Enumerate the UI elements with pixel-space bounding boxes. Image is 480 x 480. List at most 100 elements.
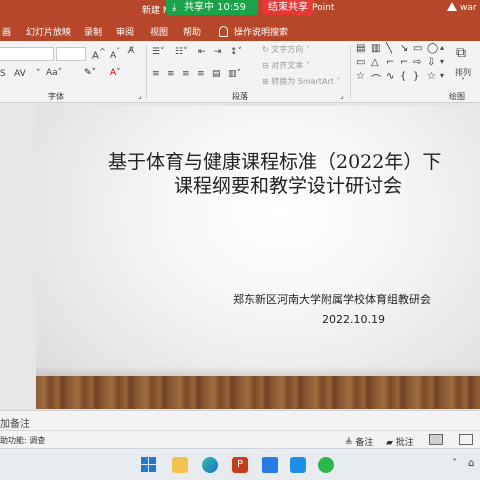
slide-organizer[interactable]: 郑东新区河南大学附属学校体育组教研会: [233, 291, 431, 307]
download-icon: ⤓: [172, 2, 177, 13]
slide-title-line1: 基于体育与健康课程标准（2022年）下: [108, 151, 442, 173]
tab-draw[interactable]: 画: [2, 25, 11, 38]
title-bar: 新建 M ⤓ 共享中 10:59 结束共享 Point war: [0, 0, 480, 19]
windows-taskbar: P ˄ ⌂: [0, 448, 480, 480]
warning-icon: [447, 2, 457, 11]
windows-start-icon[interactable]: [141, 457, 157, 473]
align-text-icon: ⊟: [262, 61, 272, 70]
numbering-icon[interactable]: ☷˅: [175, 47, 188, 57]
lightbulb-icon: [219, 26, 228, 37]
tab-view[interactable]: 视图: [150, 25, 168, 38]
brace-left-shape-icon[interactable]: {: [400, 71, 406, 82]
highlight-icon[interactable]: ✎˅: [84, 68, 96, 78]
shapes-scroll-down-icon[interactable]: ▾: [440, 57, 444, 66]
wood-floor-background: [36, 376, 480, 409]
line-shape-icon[interactable]: ╲: [386, 43, 392, 54]
end-share-button[interactable]: 结束共享: [262, 0, 314, 15]
ribbon: A^ Aˇ A̸ S AV ˅ Aa˅ ✎˅ A˅ 字体 ⌟ ☰˅ ☷˅ ⇤ ⇥…: [0, 41, 480, 103]
tell-me-search[interactable]: 操作说明搜索: [219, 25, 288, 38]
tab-slideshow[interactable]: 幻灯片放映: [26, 25, 71, 38]
slide-date[interactable]: 2022.10.19: [322, 313, 385, 326]
tab-record[interactable]: 录制: [84, 25, 102, 38]
font-color-icon[interactable]: A˅: [110, 68, 121, 78]
shapes-scroll-up-icon[interactable]: ▴: [440, 43, 444, 52]
arrange-dropdown-icon: ˅: [461, 77, 465, 86]
star-shape-icon[interactable]: ☆: [356, 71, 365, 82]
align-text-button[interactable]: ⊟ 对齐文本 ˅: [262, 60, 310, 71]
textbox-shape-icon[interactable]: ▤: [356, 43, 365, 54]
strikethrough-icon[interactable]: S: [0, 69, 6, 79]
curve-shape-icon[interactable]: ⌒: [371, 71, 381, 86]
grow-font-icon[interactable]: A^: [92, 46, 106, 61]
notes-button[interactable]: ≜ 备注: [345, 435, 373, 448]
shrink-font-icon[interactable]: Aˇ: [110, 47, 120, 61]
arrow-shape-icon[interactable]: ↘: [400, 43, 408, 54]
justify-icon[interactable]: ≡: [197, 69, 205, 79]
notes-placeholder: 加备注: [0, 419, 30, 430]
bullets-icon[interactable]: ☰˅: [152, 47, 165, 57]
slide-sorter-icon[interactable]: [459, 434, 473, 445]
arrow-right-shape-icon[interactable]: ⇨: [413, 57, 421, 68]
powerpoint-task-highlight[interactable]: P: [229, 453, 251, 477]
distributed-icon[interactable]: ▤: [212, 69, 221, 79]
font-group-label: 字体: [48, 92, 64, 101]
triangle-shape-icon[interactable]: △: [371, 57, 379, 68]
shapes-more-icon[interactable]: ▾: [440, 71, 444, 80]
user-account[interactable]: war: [447, 2, 480, 13]
char-spacing-icon[interactable]: AV: [14, 69, 26, 79]
edge-browser-icon[interactable]: [202, 457, 218, 473]
paragraph-dialog-launcher[interactable]: ⌟: [340, 91, 344, 100]
wechat-icon[interactable]: [318, 457, 334, 473]
pin-app-icon[interactable]: [262, 457, 278, 473]
network-icon[interactable]: ⌂: [468, 458, 474, 469]
text-direction-icon: ↻: [262, 45, 272, 54]
file-explorer-icon[interactable]: [172, 457, 188, 473]
columns-icon[interactable]: ▥˅: [228, 69, 241, 79]
clear-format-icon[interactable]: A̸: [128, 46, 134, 56]
rectangle-shape-icon[interactable]: ▭: [413, 43, 422, 54]
arrow-down-shape-icon[interactable]: ⇩: [427, 57, 435, 68]
dropdown-arrow-icon[interactable]: ˅: [36, 69, 41, 79]
connector-shape-icon[interactable]: ⌐: [400, 57, 408, 68]
font-dialog-launcher[interactable]: ⌟: [138, 91, 142, 100]
ribbon-tabs: 画 幻灯片放映 录制 审阅 视图 帮助 操作说明搜索: [0, 19, 480, 41]
line-spacing-icon[interactable]: ↕˅: [230, 47, 242, 57]
slide-editor[interactable]: 基于体育与健康课程标准（2022年）下 课程纲要和教学设计研讨会 郑东新区河南大…: [0, 103, 480, 410]
accessibility-status[interactable]: 助功能: 调查: [0, 435, 45, 446]
comments-button[interactable]: ▰ 批注: [386, 435, 414, 448]
decrease-indent-icon[interactable]: ⇤: [198, 47, 206, 57]
freeform-shape-icon[interactable]: ∿: [386, 71, 394, 82]
align-center-icon[interactable]: ≡: [167, 69, 175, 79]
group-divider: [350, 45, 351, 99]
tab-review[interactable]: 审阅: [116, 25, 134, 38]
smartart-button[interactable]: ⊞ 转换为 SmartArt ˅: [262, 76, 340, 87]
increase-indent-icon[interactable]: ⇥: [214, 47, 222, 57]
star2-shape-icon[interactable]: ☆: [427, 71, 436, 82]
slide-title-line2: 课程纲要和教学设计研讨会: [174, 175, 403, 197]
font-name-dropdown[interactable]: [0, 47, 54, 61]
video-app-icon[interactable]: [290, 457, 306, 473]
tray-chevron-icon[interactable]: ˄: [452, 458, 457, 469]
brace-right-shape-icon[interactable]: }: [413, 71, 419, 82]
tab-help[interactable]: 帮助: [183, 25, 201, 38]
oval-shape-icon[interactable]: ◯: [427, 43, 438, 54]
status-bar: 助功能: 调查 ≜ 备注 ▰ 批注: [0, 430, 480, 448]
notes-icon: ≜: [345, 438, 356, 448]
arrange-icon: ⧉: [456, 45, 466, 61]
rect2-shape-icon[interactable]: ▭: [356, 57, 365, 68]
share-status-pill[interactable]: ⤓ 共享中 10:59: [166, 0, 258, 15]
elbow-shape-icon[interactable]: ⌐: [386, 57, 394, 68]
slide-canvas[interactable]: 基于体育与健康课程标准（2022年）下 课程纲要和教学设计研讨会 郑东新区河南大…: [36, 106, 480, 409]
powerpoint-icon: P: [232, 457, 248, 473]
align-left-icon[interactable]: ≡: [152, 69, 160, 79]
align-right-icon[interactable]: ≡: [182, 69, 190, 79]
app-name-tail: Point: [312, 3, 335, 13]
change-case-icon[interactable]: Aa˅: [46, 68, 62, 78]
drawing-group-label: 绘图: [449, 92, 465, 101]
font-size-dropdown[interactable]: [56, 47, 86, 61]
textbox-vertical-icon[interactable]: ▥: [371, 43, 380, 54]
smartart-icon: ⊞: [262, 77, 272, 86]
notes-pane[interactable]: 加备注: [0, 410, 480, 430]
text-direction-button[interactable]: ↻ 文字方向 ˅: [262, 44, 310, 55]
normal-view-icon[interactable]: [429, 434, 443, 445]
